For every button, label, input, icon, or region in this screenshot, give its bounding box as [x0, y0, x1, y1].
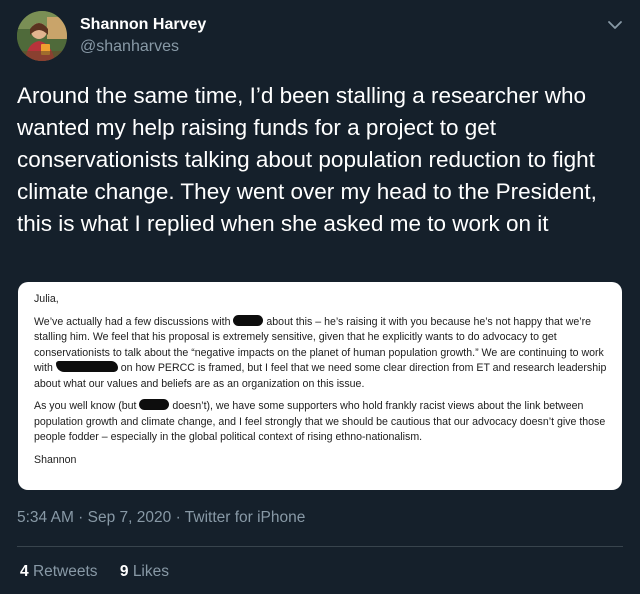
tweet-stats: 4 Retweets 9 Likes: [20, 563, 187, 581]
letter-salutation: Julia,: [34, 293, 59, 305]
author-name[interactable]: Shannon Harvey: [80, 16, 206, 34]
author-handle[interactable]: @shanharves: [80, 38, 179, 56]
retweets-count: 4: [20, 563, 29, 580]
avatar-photo: [17, 11, 67, 61]
letter-paragraph-1: We’ve actually had a few discussions wit…: [34, 314, 614, 393]
avatar[interactable]: [17, 11, 67, 61]
tweet-date[interactable]: Sep 7, 2020: [88, 509, 172, 526]
meta-separator: ·: [73, 509, 88, 526]
redaction-mark: [55, 361, 118, 372]
likes-count: 9: [119, 563, 129, 580]
letter-paragraph-2: As you well know (but doesn’t), we have …: [34, 399, 614, 446]
tweet-source[interactable]: Twitter for iPhone: [185, 509, 306, 526]
retweets-stat[interactable]: 4 Retweets: [20, 563, 98, 581]
letter-signoff: Shannon: [34, 453, 77, 466]
letter-text-segment: We’ve actually had a few discussions wit…: [34, 315, 231, 328]
likes-label: Likes: [132, 563, 169, 580]
letter-text-segment: on how PERCC is framed, but I feel that …: [34, 362, 607, 390]
tweet-text: Around the same time, I’d been stalling …: [17, 83, 597, 236]
tweet-time[interactable]: 5:34 AM: [17, 509, 74, 526]
redaction-mark: [233, 314, 264, 326]
redaction-mark: [139, 399, 170, 410]
letter-text-segment: As you well know (but: [34, 400, 137, 412]
attached-image[interactable]: Julia, We’ve actually had a few discussi…: [18, 282, 622, 490]
letter-text: Julia, We’ve actually had a few discussi…: [34, 292, 614, 475]
retweets-label: Retweets: [32, 563, 98, 580]
divider: [17, 546, 623, 547]
chevron-down-icon[interactable]: [606, 16, 624, 34]
likes-stat[interactable]: 9 Likes: [120, 563, 169, 581]
tweet-card: Shannon Harvey @shanharves Around the sa…: [0, 0, 640, 594]
tweet-meta: 5:34 AM · Sep 7, 2020 · Twitter for iPho…: [17, 509, 305, 527]
meta-separator: ·: [171, 509, 185, 526]
